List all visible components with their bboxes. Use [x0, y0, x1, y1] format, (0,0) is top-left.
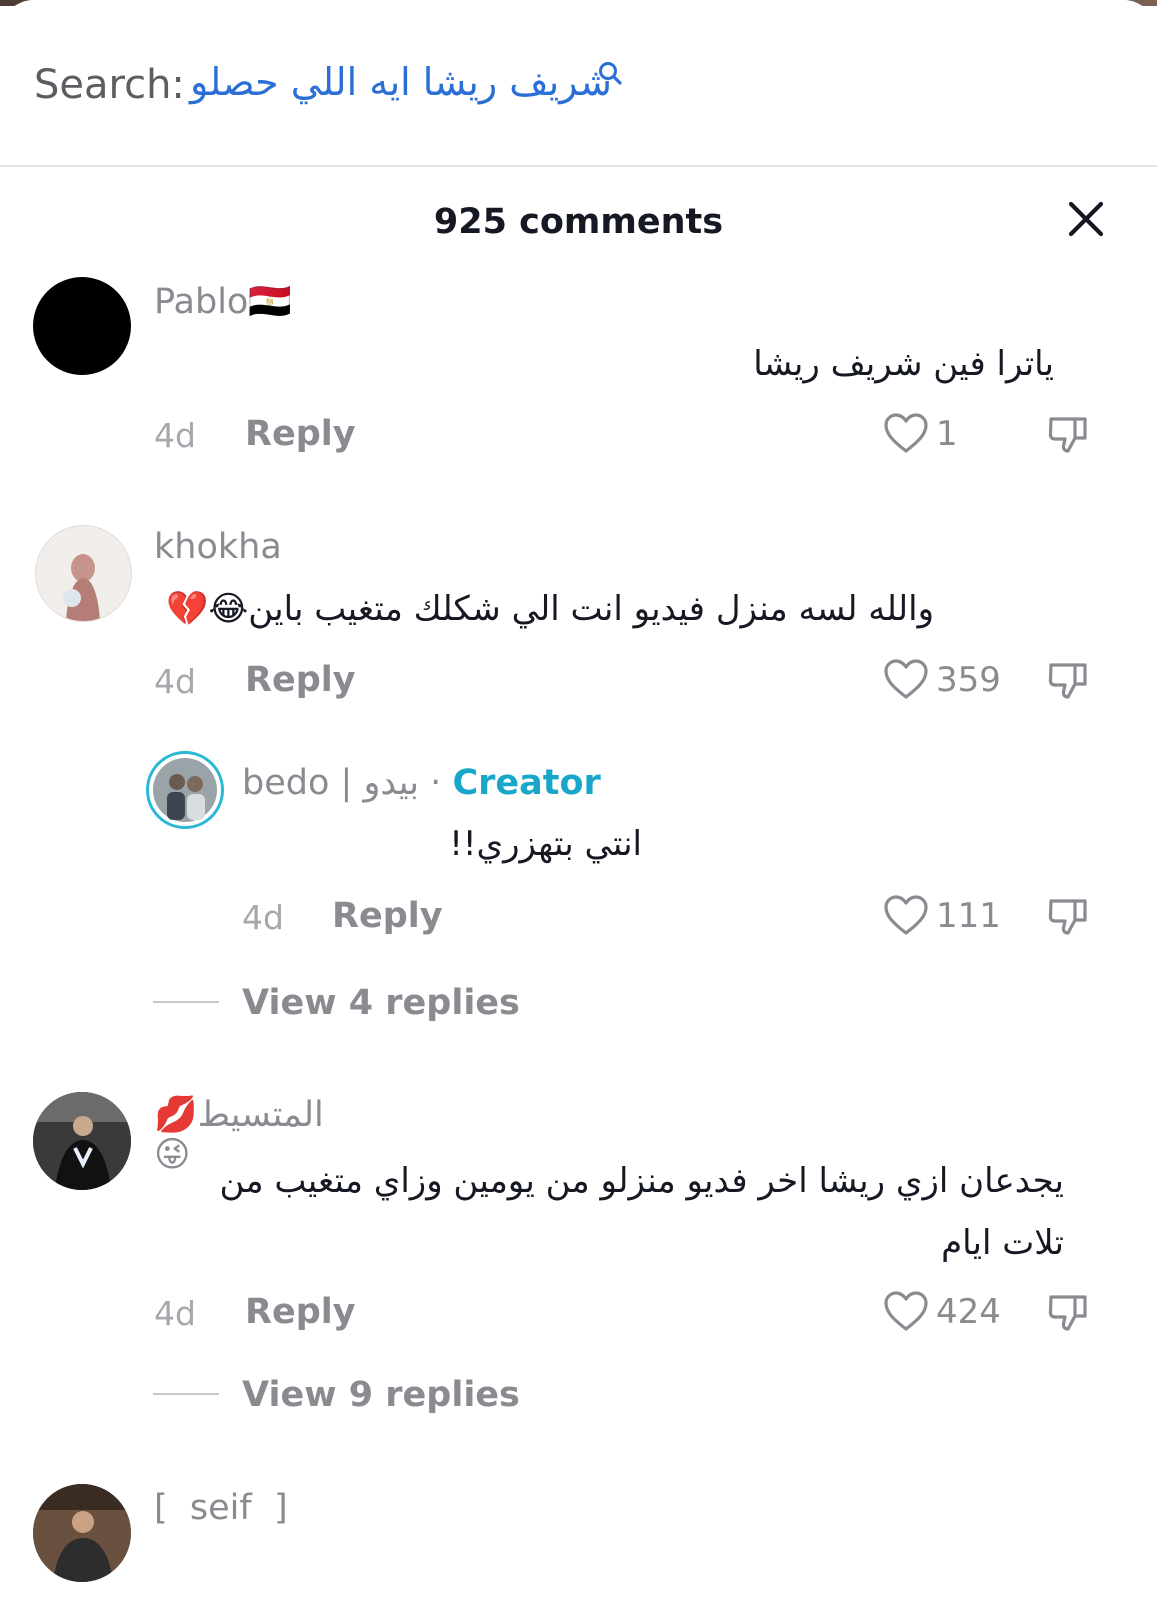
- reply-button[interactable]: Reply: [245, 414, 356, 454]
- dislike-icon[interactable]: [1047, 413, 1089, 455]
- view-replies-button[interactable]: View 4 replies: [242, 983, 520, 1023]
- avatar-image: [33, 1092, 131, 1190]
- heart-icon[interactable]: [883, 894, 929, 936]
- comment-text: ياترا فين شريف ريشا: [753, 344, 1054, 384]
- search-icon[interactable]: [597, 60, 623, 86]
- creator-avatar[interactable]: [146, 751, 224, 829]
- heart-icon[interactable]: [883, 1290, 929, 1332]
- avatar[interactable]: [33, 1092, 131, 1190]
- comments-count-title: 925 comments: [433, 202, 724, 242]
- reply-username-text[interactable]: bedo | بيدو: [242, 763, 419, 803]
- reply-username: bedo | بيدو · Creator: [242, 763, 601, 803]
- search-query-link[interactable]: شريف ريشا ايه اللي حصلو: [190, 60, 612, 104]
- view-replies-divider: [153, 1001, 219, 1003]
- comment-time: 4d: [154, 1294, 196, 1333]
- comment-username[interactable]: khokha: [154, 527, 282, 567]
- dislike-icon[interactable]: [1047, 1291, 1089, 1333]
- avatar-image: [63, 554, 100, 621]
- avatar[interactable]: [33, 1484, 131, 1582]
- close-icon[interactable]: [1067, 200, 1105, 238]
- reply-button[interactable]: Reply: [245, 660, 356, 700]
- like-count: 1: [936, 414, 958, 454]
- dislike-icon[interactable]: [1047, 895, 1089, 937]
- avatar-image: [153, 758, 217, 822]
- reply-button[interactable]: Reply: [245, 1292, 356, 1332]
- comment-text: والله لسه منزل فيديو انت الي شكلك متغيب …: [166, 589, 934, 629]
- comment-text: يجدعان ازي ريشا اخر فديو منزلو من يومين …: [219, 1161, 1065, 1263]
- view-replies-button[interactable]: View 9 replies: [242, 1375, 520, 1415]
- heart-icon[interactable]: [883, 658, 929, 700]
- search-bar[interactable]: Search: شريف ريشا ايه اللي حصلو: [0, 0, 1157, 167]
- reply-text: انتي بتهزري!!: [449, 824, 642, 864]
- comment-username[interactable]: [ seif ]: [154, 1488, 288, 1528]
- like-count: 359: [936, 660, 1001, 700]
- search-label: Search:: [34, 62, 185, 108]
- avatar[interactable]: [35, 525, 132, 622]
- avatar-image: [33, 1484, 131, 1582]
- reply-button[interactable]: Reply: [332, 896, 443, 936]
- comments-sheet: Search: شريف ريشا ايه اللي حصلو 925 comm…: [0, 0, 1157, 1600]
- view-replies-divider: [153, 1393, 219, 1395]
- separator-dot: ·: [430, 763, 442, 803]
- comment-time: 4d: [154, 662, 196, 701]
- like-count: 424: [936, 1292, 1001, 1332]
- creator-badge: Creator: [452, 763, 601, 803]
- comment-time: 4d: [154, 416, 196, 455]
- comment-username[interactable]: Pablo🇪🇬: [154, 281, 292, 322]
- reply-time: 4d: [242, 898, 284, 937]
- heart-icon[interactable]: [883, 412, 929, 454]
- avatar[interactable]: [33, 277, 131, 375]
- dislike-icon[interactable]: [1047, 659, 1089, 701]
- like-count: 111: [936, 896, 1001, 936]
